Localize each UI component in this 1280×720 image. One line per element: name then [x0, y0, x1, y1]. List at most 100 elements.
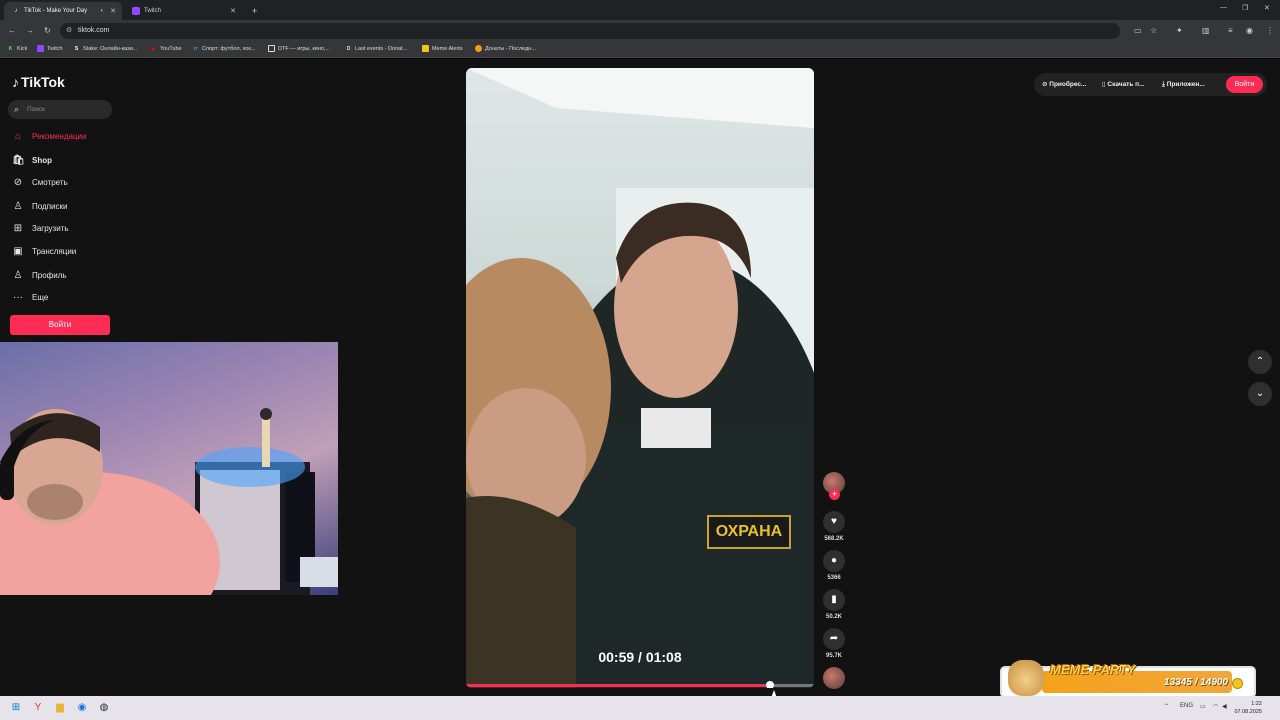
music-disc-icon[interactable]	[823, 667, 845, 689]
bookmark-youtube[interactable]: ▶ YouTube	[150, 45, 182, 52]
stake-icon: S	[74, 45, 79, 52]
url-text: tiktok.com	[78, 27, 110, 34]
tab-twitch[interactable]: Twitch ✕	[124, 2, 242, 20]
yandex-browser-icon[interactable]: Y	[31, 701, 45, 715]
header-login-button[interactable]: Войти	[1226, 76, 1263, 93]
video-progress-bar[interactable]	[466, 681, 814, 688]
streamer-webcam	[0, 342, 338, 595]
url-field[interactable]: ⚙ tiktok.com	[60, 23, 1120, 39]
chrome-icon[interactable]: ◉	[75, 701, 89, 715]
share-count: 95.7K	[825, 653, 842, 659]
bookmark-icon[interactable]: ▮	[823, 589, 845, 611]
upload-icon: ⊞	[13, 222, 23, 234]
menu-icon[interactable]: ⋮	[1266, 26, 1274, 35]
file-explorer-icon[interactable]: ▆	[53, 701, 67, 715]
tiktok-logo[interactable]: ♪ TikTok	[12, 74, 65, 90]
sidebar-login-button[interactable]: Войти	[10, 315, 110, 335]
meme-party-widget: MEME PARTY 13345 / 14900	[1000, 660, 1256, 698]
tiktok-page: ♪ TikTok ⌕ Поиск ⌂ Рекомендации 🛍 Shop ⊘ См…	[0, 59, 1280, 696]
bookmark-donat[interactable]: D Last events - Donat...	[345, 45, 408, 52]
bookmark-stake[interactable]: S Stake: Онлайн-кази...	[73, 45, 138, 52]
close-window-icon[interactable]: ✕	[1264, 4, 1270, 12]
share-action[interactable]: ➦ 95.7K	[822, 628, 846, 659]
heart-icon[interactable]: ♥	[823, 511, 845, 533]
windows-start-icon[interactable]: ⊞	[9, 701, 23, 715]
video-player[interactable]: ОХРАНА 00:59 / 01:08	[466, 68, 814, 688]
music-disc[interactable]	[822, 667, 846, 689]
comment-icon[interactable]: ●	[823, 550, 845, 572]
bookmark-kick[interactable]: K Kick	[7, 45, 28, 52]
chevron-up-icon[interactable]: ⌃	[1248, 350, 1272, 374]
search-input[interactable]: ⌕ Поиск	[8, 100, 112, 119]
save-count: 50.2K	[825, 614, 842, 620]
bookmark-sport[interactable]: rr Спорт: футбол, хок...	[192, 45, 256, 52]
tab-label: TikTok - Make Your Day	[24, 8, 88, 14]
like-action[interactable]: ♥ 568.2K	[822, 511, 846, 542]
sidebar-item-upload[interactable]: ⊞ Загрузить	[12, 221, 69, 235]
compass-icon: ⊘	[13, 176, 23, 188]
sidepanel-icon[interactable]: ▥	[1202, 26, 1210, 35]
meme-party-title: MEME PARTY	[1050, 662, 1136, 677]
creator-avatar[interactable]: +	[822, 472, 846, 500]
mute-icon[interactable]: ◐	[100, 8, 104, 14]
twitch-icon	[37, 45, 44, 52]
bookmark-memealerts[interactable]: Meme Alerts	[422, 45, 463, 52]
steam-icon[interactable]: ◍	[97, 701, 111, 715]
extensions-icon[interactable]: ✦	[1176, 26, 1183, 35]
save-action[interactable]: ▮ 50.2K	[822, 589, 846, 620]
donations-icon	[475, 45, 482, 52]
comment-action[interactable]: ● 5366	[822, 550, 846, 581]
bookmark-donations[interactable]: Донаты - Последн...	[475, 45, 536, 52]
profile-avatar-icon[interactable]: ◉	[1246, 26, 1253, 35]
sidebar-item-shop[interactable]: 🛍 Shop	[12, 153, 52, 167]
buy-coins-button[interactable]: ⊘ Приобрес...	[1042, 73, 1086, 96]
bookmark-twitch[interactable]: Twitch	[37, 45, 63, 52]
system-clock[interactable]: 1:22 07.08.2025	[1232, 700, 1262, 716]
site-info-icon[interactable]: ⚙	[66, 23, 72, 39]
live-icon: ▣	[13, 245, 23, 257]
youtube-icon: ▶	[151, 45, 156, 52]
reload-icon[interactable]: ↻	[44, 26, 51, 35]
follow-plus-icon[interactable]: +	[829, 489, 840, 500]
video-time: 00:59 / 01:08	[598, 649, 682, 665]
bookmarks-bar: K Kick Twitch S Stake: Онлайн-кази... ▶ You…	[0, 42, 1280, 58]
volume-icon[interactable]: ◀	[1222, 703, 1227, 710]
new-tab-button[interactable]: +	[244, 2, 258, 20]
forward-icon[interactable]: →	[26, 26, 34, 35]
tiktok-icon: ♪	[12, 74, 19, 90]
close-tab-icon[interactable]: ✕	[230, 7, 236, 15]
video-progress-fill	[466, 684, 771, 687]
restore-icon[interactable]: ❐	[1242, 4, 1248, 12]
search-icon: ⌕	[14, 104, 20, 114]
sidebar-item-live[interactable]: ▣ Трансляции	[12, 244, 76, 258]
chevron-down-icon[interactable]: ⌄	[1248, 382, 1272, 406]
wifi-icon[interactable]: ◠	[1213, 703, 1218, 710]
close-tab-icon[interactable]: ✕	[110, 7, 116, 15]
meme-party-score: 13345 / 14900	[1164, 677, 1228, 688]
download-app-button[interactable]: ▯ Скачать п...	[1102, 73, 1145, 96]
comment-count: 5366	[827, 575, 841, 581]
cast-icon[interactable]: ▭	[1134, 26, 1142, 35]
media-icon[interactable]: ≡	[1228, 26, 1233, 35]
video-progress-knob[interactable]	[766, 681, 775, 688]
sidebar-item-recommendations[interactable]: ⌂ Рекомендации	[12, 129, 87, 143]
bookmark-star-icon[interactable]: ☆	[1150, 26, 1157, 35]
sidebar-item-following[interactable]: ♙ Подписки	[12, 199, 68, 213]
dtf-icon	[268, 45, 275, 52]
windows-taskbar: ⊞ Y ▆ ◉ ◍ ⌃ ENG ▭ ◠ ◀ 1:22 07.08.2025	[0, 696, 1280, 720]
desktop-app-button[interactable]: ⤓ Приложен...	[1162, 73, 1205, 96]
sidebar-item-profile[interactable]: ♙ Профиль	[12, 268, 67, 282]
monitor-icon[interactable]: ▭	[1200, 703, 1206, 710]
bookmark-dtf[interactable]: DTF — игры, кино,...	[268, 45, 330, 52]
tab-tiktok[interactable]: ♪ TikTok - Make Your Day ◐ ✕	[4, 2, 122, 20]
minimize-icon[interactable]: —	[1220, 4, 1227, 11]
kick-icon: K	[8, 45, 13, 52]
home-icon: ⌂	[14, 130, 22, 142]
back-icon[interactable]: ←	[8, 26, 16, 35]
tray-chevron-icon[interactable]: ⌃	[1164, 703, 1169, 710]
sidebar-item-more[interactable]: ··· Еще	[12, 290, 48, 304]
language-indicator[interactable]: ENG	[1180, 703, 1193, 709]
sidebar-item-explore[interactable]: ⊘ Смотреть	[12, 175, 68, 189]
guard-patch-text: ОХРАНА	[715, 523, 783, 540]
share-icon[interactable]: ➦	[823, 628, 845, 650]
